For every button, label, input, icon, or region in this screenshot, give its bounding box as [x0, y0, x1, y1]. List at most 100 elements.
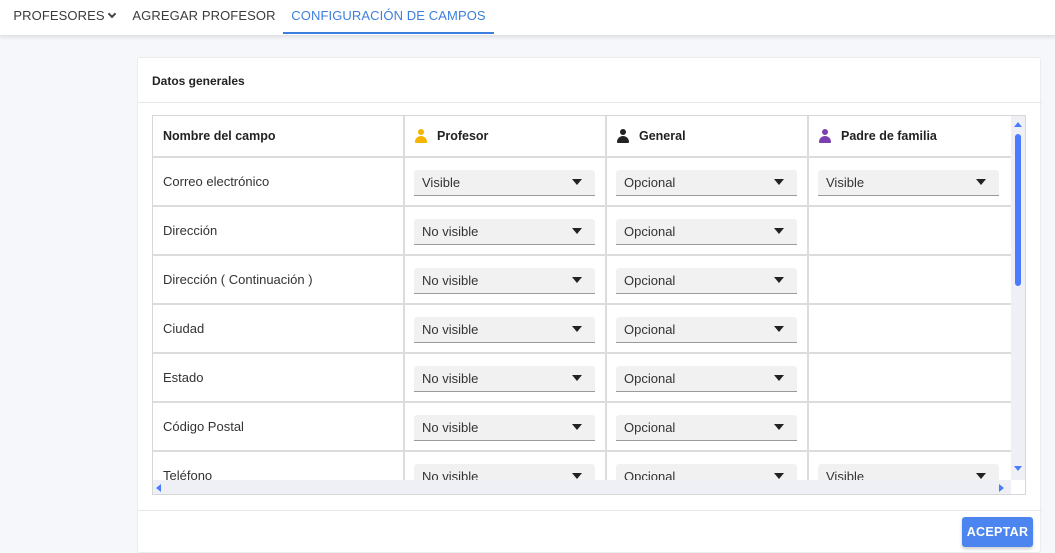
- scrollbar-corner: [1011, 480, 1025, 494]
- dropdown-caret-icon: [572, 228, 582, 234]
- person-icon-teacher: [415, 129, 427, 143]
- general-cell: Opcional: [607, 305, 809, 352]
- dropdown-caret-icon: [572, 424, 582, 430]
- header-general-label: General: [639, 129, 686, 143]
- chevron-down-icon: [107, 9, 116, 19]
- vertical-scroll-thumb[interactable]: [1015, 134, 1021, 286]
- teacher-cell: No visible: [405, 207, 607, 254]
- scroll-up-arrow-icon[interactable]: [1014, 122, 1022, 127]
- teacher-cell: No visible: [405, 256, 607, 303]
- dropdown-caret-icon: [572, 375, 582, 381]
- dropdown-caret-icon: [774, 424, 784, 430]
- fields-table: Nombre del campo Profesor General Padre …: [152, 115, 1026, 495]
- dropdown-caret-icon: [774, 326, 784, 332]
- select-value: Visible: [422, 175, 461, 190]
- select-value: No visible: [422, 322, 479, 337]
- tab-agregar-profesor[interactable]: AGREGAR PROFESOR: [128, 0, 280, 34]
- select-value: Opcional: [624, 420, 676, 435]
- header-field-name: Nombre del campo: [153, 116, 405, 156]
- general-cell: Opcional: [607, 403, 809, 450]
- general-requirement-select[interactable]: Opcional: [616, 268, 797, 294]
- divider: [138, 102, 1042, 103]
- teacher-visibility-select[interactable]: Visible: [414, 170, 595, 196]
- top-nav: PROFESORES AGREGAR PROFESOR CONFIGURACIÓ…: [0, 0, 1055, 36]
- teacher-cell: No visible: [405, 403, 607, 450]
- field-name: Dirección: [153, 207, 405, 254]
- parent-visibility-select[interactable]: Visible: [818, 170, 999, 196]
- tab-profesores-label: PROFESORES: [13, 8, 105, 23]
- accept-button[interactable]: ACEPTAR: [962, 517, 1033, 547]
- table-row: Dirección No visible Opcional: [153, 207, 1011, 256]
- table-header-row: Nombre del campo Profesor General Padre …: [153, 116, 1011, 158]
- teacher-visibility-select[interactable]: No visible: [414, 317, 595, 343]
- dropdown-caret-icon: [774, 179, 784, 185]
- select-value: Opcional: [624, 273, 676, 288]
- parent-cell: [809, 256, 1011, 303]
- fields-config-card: Datos generales Nombre del campo Profeso…: [137, 57, 1042, 553]
- teacher-visibility-select[interactable]: No visible: [414, 219, 595, 245]
- header-general: General: [607, 116, 809, 156]
- dropdown-caret-icon: [572, 179, 582, 185]
- table-row: Correo electrónico Visible Opcional Visi…: [153, 158, 1011, 207]
- parent-cell: [809, 305, 1011, 352]
- dropdown-caret-icon: [572, 277, 582, 283]
- tab-agregar-profesor-label: AGREGAR PROFESOR: [132, 8, 276, 23]
- select-value: No visible: [422, 224, 479, 239]
- dropdown-caret-icon: [572, 473, 582, 479]
- teacher-visibility-select[interactable]: No visible: [414, 415, 595, 441]
- general-cell: Opcional: [607, 256, 809, 303]
- general-cell: Opcional: [607, 207, 809, 254]
- general-cell: Opcional: [607, 158, 809, 205]
- parent-cell: Visible: [809, 158, 1011, 205]
- person-icon-parent: [819, 129, 831, 143]
- header-teacher: Profesor: [405, 116, 607, 156]
- select-value: No visible: [422, 371, 479, 386]
- dropdown-caret-icon: [976, 473, 986, 479]
- general-cell: Opcional: [607, 354, 809, 401]
- dropdown-caret-icon: [774, 277, 784, 283]
- tab-configuracion-campos-label: CONFIGURACIÓN DE CAMPOS: [291, 8, 486, 23]
- dropdown-caret-icon: [774, 473, 784, 479]
- table-row: Ciudad No visible Opcional: [153, 305, 1011, 354]
- scroll-right-arrow-icon[interactable]: [999, 484, 1004, 492]
- general-requirement-select[interactable]: Opcional: [616, 317, 797, 343]
- field-name: Correo electrónico: [153, 158, 405, 205]
- card-title: Datos generales: [152, 74, 245, 88]
- field-name: Estado: [153, 354, 405, 401]
- tab-profesores[interactable]: PROFESORES: [9, 0, 119, 34]
- table-row: Dirección ( Continuación ) No visible Op…: [153, 256, 1011, 305]
- parent-cell: [809, 354, 1011, 401]
- select-value: Visible: [826, 175, 865, 190]
- header-parent: Padre de familia: [809, 116, 1011, 156]
- select-value: Opcional: [624, 322, 676, 337]
- tab-configuracion-campos[interactable]: CONFIGURACIÓN DE CAMPOS: [283, 0, 494, 34]
- dropdown-caret-icon: [774, 375, 784, 381]
- teacher-visibility-select[interactable]: No visible: [414, 366, 595, 392]
- general-requirement-select[interactable]: Opcional: [616, 415, 797, 441]
- field-name: Ciudad: [153, 305, 405, 352]
- parent-cell: [809, 207, 1011, 254]
- select-value: No visible: [422, 273, 479, 288]
- table-row: Estado No visible Opcional: [153, 354, 1011, 403]
- general-requirement-select[interactable]: Opcional: [616, 219, 797, 245]
- scroll-left-arrow-icon[interactable]: [156, 484, 161, 492]
- teacher-cell: Visible: [405, 158, 607, 205]
- person-icon-general: [617, 129, 629, 143]
- vertical-scrollbar[interactable]: [1011, 116, 1025, 480]
- general-requirement-select[interactable]: Opcional: [616, 366, 797, 392]
- field-name: Código Postal: [153, 403, 405, 450]
- parent-cell: [809, 403, 1011, 450]
- footer-divider: [138, 510, 1042, 511]
- select-value: Opcional: [624, 371, 676, 386]
- dropdown-caret-icon: [774, 228, 784, 234]
- horizontal-scrollbar[interactable]: [153, 480, 1011, 494]
- teacher-cell: No visible: [405, 305, 607, 352]
- dropdown-caret-icon: [976, 179, 986, 185]
- general-requirement-select[interactable]: Opcional: [616, 170, 797, 196]
- header-parent-label: Padre de familia: [841, 129, 937, 143]
- select-value: Opcional: [624, 224, 676, 239]
- dropdown-caret-icon: [572, 326, 582, 332]
- header-teacher-label: Profesor: [437, 129, 489, 143]
- teacher-visibility-select[interactable]: No visible: [414, 268, 595, 294]
- scroll-down-arrow-icon[interactable]: [1014, 466, 1022, 471]
